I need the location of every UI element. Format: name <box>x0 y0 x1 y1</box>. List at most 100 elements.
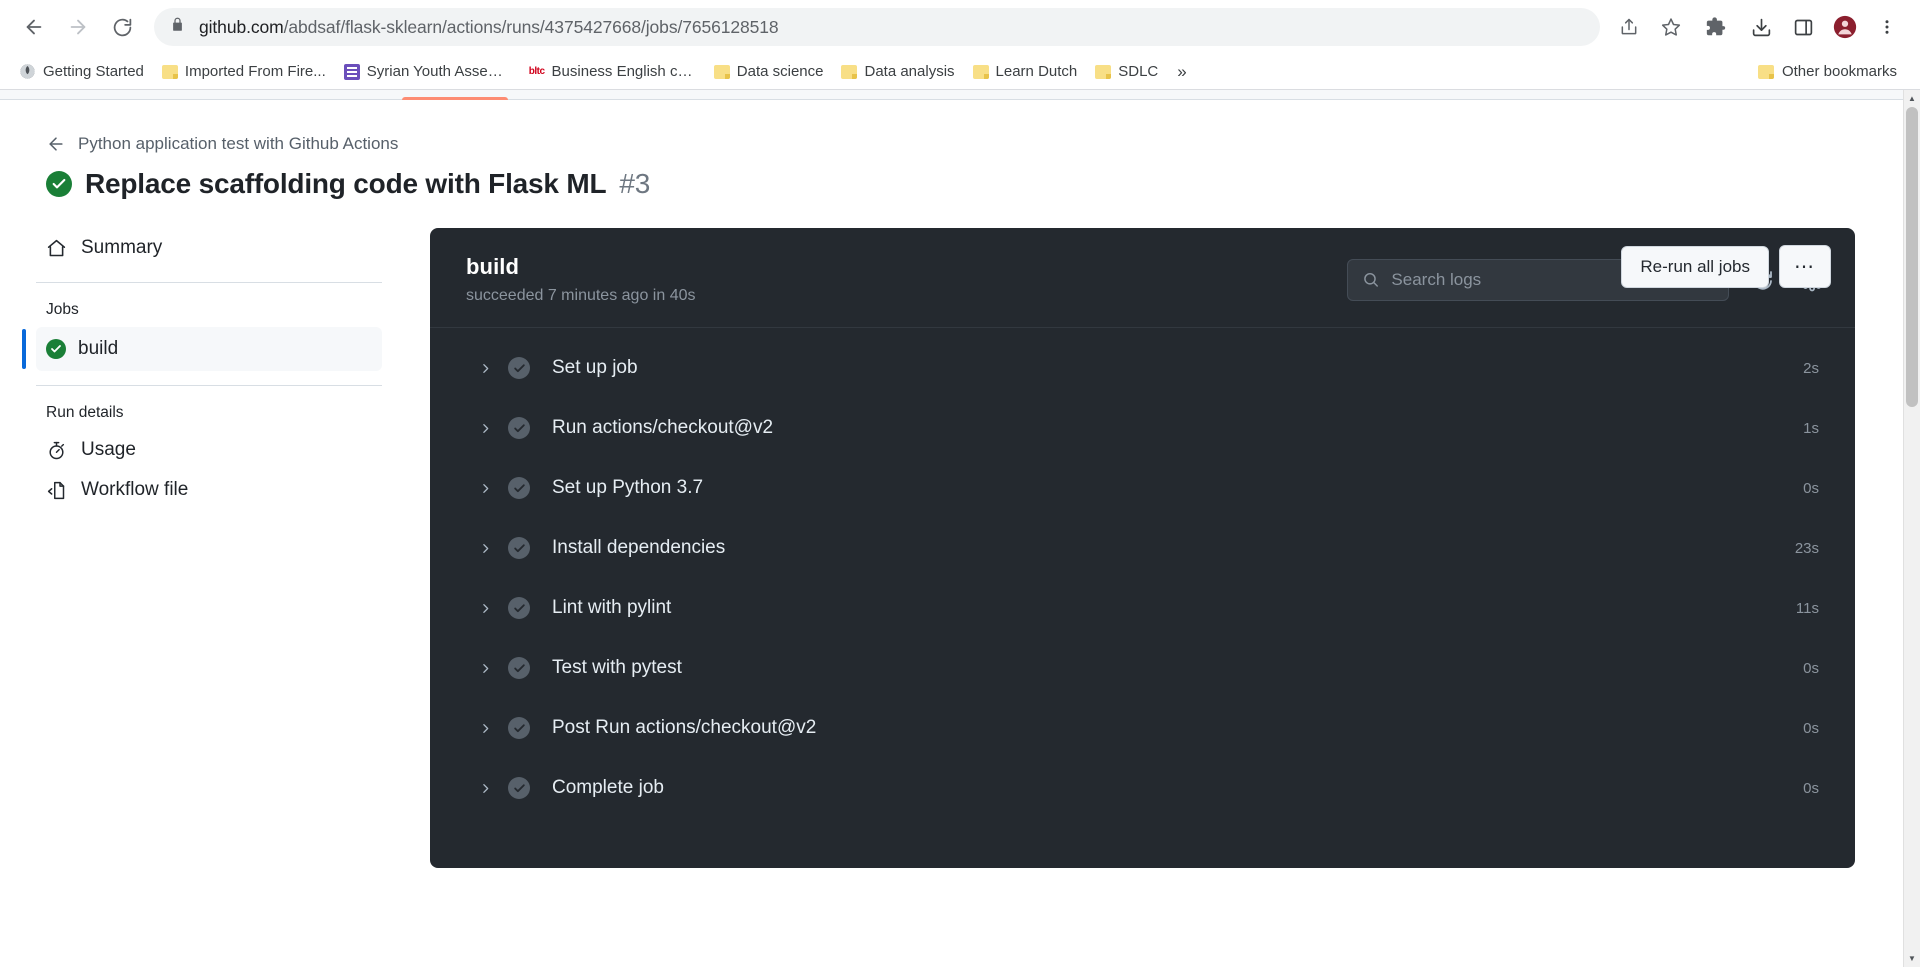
menu-icon[interactable] <box>1868 8 1906 46</box>
step-name: Lint with pylint <box>552 597 672 618</box>
sidebar-item-summary[interactable]: Summary <box>36 228 382 268</box>
usage-label: Usage <box>81 439 136 460</box>
log-step-row[interactable]: Set up Python 3.7 0s <box>430 458 1855 518</box>
bookmark-data-science[interactable]: Data science <box>705 59 833 84</box>
sidebar-summary-label: Summary <box>81 237 163 258</box>
bookmark-sdlc[interactable]: SDLC <box>1086 59 1167 84</box>
bookmark-learn-dutch[interactable]: Learn Dutch <box>964 59 1087 84</box>
breadcrumb[interactable]: Python application test with Github Acti… <box>46 134 398 154</box>
stopwatch-icon <box>49 441 65 459</box>
grid-icon <box>343 63 360 80</box>
other-bookmarks-button[interactable]: Other bookmarks <box>1749 59 1906 84</box>
step-duration: 2s <box>1803 359 1819 377</box>
github-page: Python application test with Github Acti… <box>0 90 1903 967</box>
rerun-all-jobs-button[interactable]: Re-run all jobs <box>1621 245 1769 288</box>
url-text: github.com/abdsaf/flask-sklearn/actions/… <box>199 17 779 38</box>
bookmark-syrian-youth-assembly[interactable]: Syrian Youth Assem... <box>335 59 520 84</box>
step-duration: 0s <box>1803 479 1819 497</box>
selected-indicator <box>22 329 26 369</box>
step-success-icon <box>508 657 530 679</box>
other-bookmarks-label: Other bookmarks <box>1781 63 1897 80</box>
job-label: build <box>78 338 119 359</box>
step-duration: 1s <box>1803 419 1819 437</box>
step-success-icon <box>508 357 530 379</box>
content-columns: Summary Jobs build Run details Usage Wor… <box>0 228 1903 868</box>
step-name: Install dependencies <box>552 537 726 558</box>
url-path: /abdsaf/flask-sklearn/actions/runs/43754… <box>283 16 779 37</box>
sidebar-divider-2 <box>36 385 382 386</box>
bookmark-getting-started[interactable]: Getting Started <box>10 59 153 84</box>
log-header-text: build succeeded 7 minutes ago in 40s <box>466 254 1331 305</box>
vertical-scrollbar[interactable]: ▲ ▼ <box>1903 90 1920 967</box>
step-success-icon <box>508 417 530 439</box>
bookmarks-bar: Getting Started Imported From Fire... Sy… <box>0 54 1920 89</box>
step-duration: 0s <box>1803 779 1819 797</box>
log-job-subtitle: succeeded 7 minutes ago in 40s <box>466 287 696 304</box>
scrollbar-thumb[interactable] <box>1906 107 1918 407</box>
chevron-right-icon <box>474 662 496 675</box>
bookmarks-overflow-button[interactable]: » <box>1167 58 1196 86</box>
log-step-row[interactable]: Run actions/checkout@v2 1s <box>430 398 1855 458</box>
step-success-icon <box>508 777 530 799</box>
log-step-row[interactable]: Post Run actions/checkout@v2 0s <box>430 698 1855 758</box>
globe-icon <box>19 63 36 80</box>
bookmark-label: Learn Dutch <box>995 63 1078 80</box>
browser-chrome: github.com/abdsaf/flask-sklearn/actions/… <box>0 0 1920 89</box>
log-step-row[interactable]: Install dependencies 23s <box>430 518 1855 578</box>
log-step-row[interactable]: Test with pytest 0s <box>430 638 1855 698</box>
address-bar[interactable]: github.com/abdsaf/flask-sklearn/actions/… <box>154 8 1600 46</box>
folder-icon <box>713 64 730 79</box>
repo-tabbar <box>0 90 1903 100</box>
bookmark-label: Data science <box>736 63 824 80</box>
folder-icon <box>1757 64 1774 79</box>
log-step-row[interactable]: Set up job 2s <box>430 338 1855 398</box>
bookmark-data-analysis[interactable]: Data analysis <box>832 59 963 84</box>
chevron-right-icon <box>474 362 496 375</box>
arrow-left-icon <box>49 137 63 151</box>
step-duration: 23s <box>1794 539 1819 557</box>
bookmark-label: Syrian Youth Assem... <box>366 63 511 80</box>
chevron-right-icon <box>474 482 496 495</box>
step-name: Set up Python 3.7 <box>552 477 704 498</box>
log-job-name: build <box>466 254 520 279</box>
page-viewport: Python application test with Github Acti… <box>0 89 1920 967</box>
step-success-icon <box>508 537 530 559</box>
more-options-button[interactable]: ⋯ <box>1779 245 1831 288</box>
log-step-row[interactable]: Complete job 0s <box>430 758 1855 818</box>
run-number: #3 <box>619 168 651 199</box>
code-file-icon <box>47 481 65 499</box>
sidebar-item-job-build[interactable]: build <box>22 327 382 371</box>
folder-icon <box>1095 64 1112 79</box>
success-check-icon <box>46 171 72 197</box>
bookmark-label: SDLC <box>1118 63 1159 80</box>
extensions-icon[interactable] <box>1694 8 1738 46</box>
downloads-icon[interactable] <box>1742 8 1780 46</box>
step-name: Test with pytest <box>552 657 682 678</box>
scroll-down-arrow[interactable]: ▼ <box>1904 950 1920 967</box>
active-tab-indicator <box>402 97 508 100</box>
forward-button[interactable] <box>58 7 98 47</box>
bookmark-business-english-course[interactable]: bltc Business English co... <box>520 59 705 84</box>
reload-button[interactable] <box>102 7 142 47</box>
bookmark-imported-from-firefox[interactable]: Imported From Fire... <box>153 59 335 84</box>
scroll-up-arrow[interactable]: ▲ <box>1904 90 1920 107</box>
share-icon[interactable] <box>1610 8 1648 46</box>
log-steps-list: Set up job 2s Run actions/checkout@v2 1s <box>430 327 1855 844</box>
sidebar-divider <box>36 282 382 283</box>
back-button[interactable] <box>14 7 54 47</box>
run-sidebar: Summary Jobs build Run details Usage Wor… <box>0 228 430 868</box>
profile-icon[interactable] <box>1826 8 1864 46</box>
jobs-heading: Jobs <box>46 301 79 318</box>
chevron-right-icon <box>474 782 496 795</box>
lock-icon <box>170 16 185 38</box>
log-step-row[interactable]: Lint with pylint 11s <box>430 578 1855 638</box>
url-host: github.com <box>199 16 284 37</box>
step-duration: 11s <box>1795 599 1819 617</box>
run-details-heading: Run details <box>46 404 124 421</box>
sidepanel-icon[interactable] <box>1784 8 1822 46</box>
star-icon[interactable] <box>1652 8 1690 46</box>
sidebar-item-workflow-file[interactable]: Workflow file <box>36 470 382 510</box>
bookmark-label: Getting Started <box>43 63 144 80</box>
sidebar-item-usage[interactable]: Usage <box>36 430 382 470</box>
home-icon <box>47 239 66 256</box>
